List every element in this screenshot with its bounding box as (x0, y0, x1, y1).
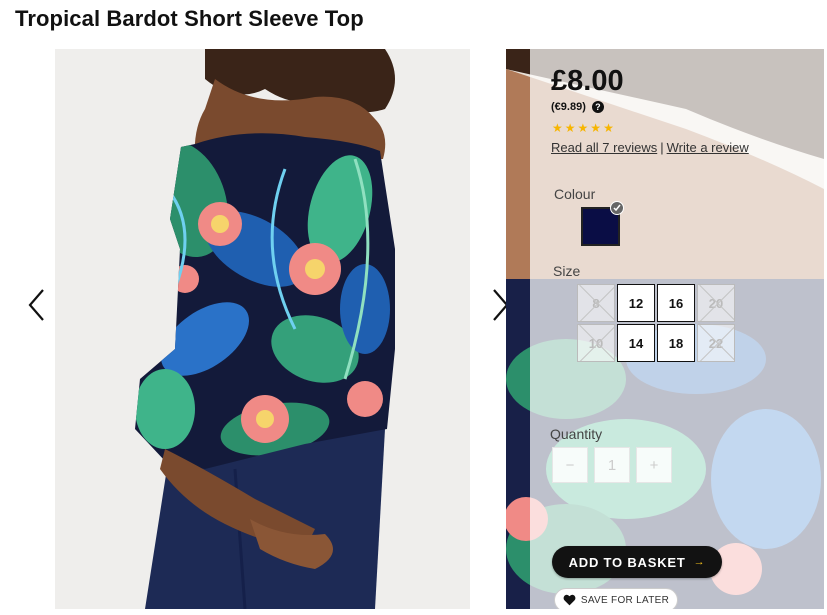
euro-price: (€9.89) (551, 101, 586, 113)
arrow-right-icon: → (693, 556, 706, 568)
star-icon: ★ (590, 121, 602, 135)
add-to-basket-label: ADD TO BASKET (568, 554, 686, 570)
chevron-left-icon (28, 289, 44, 321)
quantity-label: Quantity (550, 426, 603, 442)
read-reviews-link[interactable]: Read all 7 reviews (551, 140, 657, 155)
size-label: Size (553, 263, 581, 279)
size-option-8: 8 (577, 284, 615, 322)
price: £8.00 (551, 65, 624, 97)
reviews-separator: | (660, 140, 664, 155)
star-icon: ★ (552, 121, 563, 135)
reviews-links: Read all 7 reviews | Write a review (551, 140, 749, 155)
quantity-increase-button[interactable]: + (636, 447, 672, 483)
add-to-basket-button[interactable]: ADD TO BASKET → (552, 546, 722, 578)
product-image (55, 49, 470, 609)
quantity-input[interactable]: 1 (594, 447, 630, 483)
size-option-18[interactable]: 18 (657, 324, 695, 362)
previous-image-button[interactable] (23, 285, 53, 325)
check-icon (610, 201, 624, 215)
size-option-14[interactable]: 14 (617, 324, 655, 362)
size-option-22: 22 (697, 324, 735, 362)
size-grid: 8 12 16 20 10 14 18 22 (577, 284, 737, 362)
alternate-price: (€9.89) ? (551, 101, 604, 113)
question-circle-icon[interactable]: ? (591, 101, 604, 113)
star-icon: ★ (577, 121, 589, 135)
product-title: Tropical Bardot Short Sleeve Top (15, 6, 364, 31)
write-review-link[interactable]: Write a review (667, 140, 749, 155)
size-option-16[interactable]: 16 (657, 284, 695, 322)
heart-icon (563, 594, 576, 606)
size-option-20: 20 (697, 284, 735, 322)
star-rating: ★ ★ ★ ★ ★ (552, 122, 614, 134)
quantity-decrease-button[interactable]: − (552, 447, 588, 483)
star-icon: ★ (603, 121, 614, 135)
colour-label: Colour (554, 186, 596, 202)
save-for-later-button[interactable]: SAVE FOR LATER (554, 588, 678, 609)
star-icon: ★ (564, 121, 576, 135)
product-details-panel: £8.00 (€9.89) ? ★ ★ ★ ★ ★ Read all 7 rev… (506, 49, 824, 609)
save-for-later-label: SAVE FOR LATER (580, 594, 670, 606)
size-option-12[interactable]: 12 (617, 284, 655, 322)
quantity-stepper: − 1 + (552, 447, 672, 483)
size-option-10: 10 (577, 324, 615, 362)
